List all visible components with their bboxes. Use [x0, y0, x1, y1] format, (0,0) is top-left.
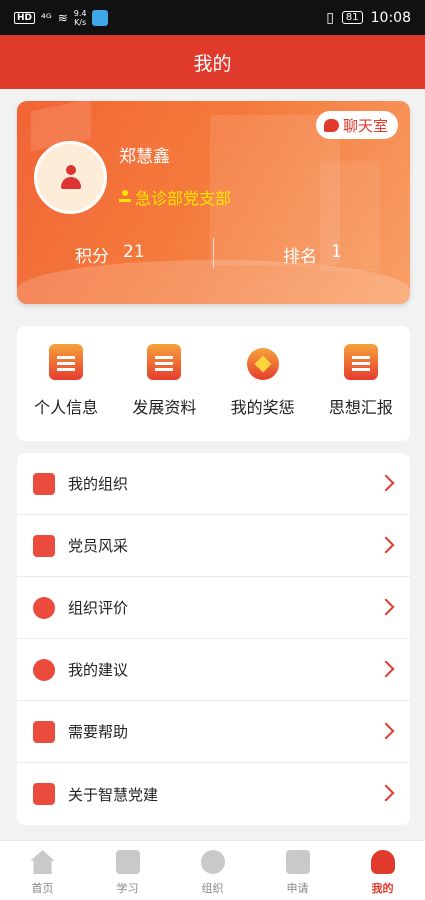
home-icon — [30, 850, 55, 874]
clipboard-list-icon — [147, 344, 182, 380]
vibrate-icon: ▯ — [326, 9, 334, 26]
menu-item-org-evaluation[interactable]: 组织评价 — [17, 577, 410, 639]
profile-card: 聊天室 郑慧鑫 急诊部党支部 积分 21 排名 1 — [17, 101, 410, 304]
chevron-right-icon — [377, 474, 395, 492]
tab-label: 申请 — [286, 882, 309, 895]
about-icon — [33, 783, 55, 805]
tab-label: 组织 — [201, 882, 224, 895]
quick-action-label: 我的奖惩 — [230, 398, 295, 417]
quick-development-materials[interactable]: 发展资料 — [115, 326, 213, 441]
book-icon — [115, 850, 140, 874]
page-header: 我的 — [0, 35, 425, 89]
menu-item-label: 需要帮助 — [68, 723, 129, 741]
tab-organization[interactable]: 组织 — [170, 841, 255, 900]
tab-home[interactable]: 首页 — [0, 841, 85, 900]
menu-item-label: 关于智慧党建 — [68, 785, 159, 804]
chat-bubble-icon — [323, 118, 339, 132]
menu-item-label: 我的建议 — [68, 661, 129, 679]
score-stat: 积分 21 — [75, 242, 145, 267]
chevron-right-icon — [377, 784, 395, 802]
quick-action-label: 思想汇报 — [328, 398, 393, 417]
quick-action-label: 发展资料 — [132, 398, 197, 417]
tab-label: 学习 — [116, 882, 139, 895]
tab-mine[interactable]: 我的 — [340, 841, 425, 900]
person-icon — [370, 850, 395, 874]
quick-thought-report[interactable]: 思想汇报 — [312, 326, 410, 441]
signal-icon: ⁴ᴳ — [41, 10, 52, 25]
menu-item-about[interactable]: 关于智慧党建 — [17, 763, 410, 825]
tab-label: 首页 — [31, 882, 54, 895]
medal-icon — [246, 348, 279, 380]
clock: 10:08 — [370, 9, 411, 26]
score-label: 积分 — [75, 247, 109, 267]
party-branch-label: 急诊部党支部 — [135, 189, 232, 208]
score-value: 21 — [123, 242, 145, 262]
app-notification-icon — [92, 9, 109, 26]
bottom-tab-bar: 首页 学习 组织 申请 我的 — [0, 840, 425, 900]
quick-personal-info[interactable]: 个人信息 — [17, 326, 115, 441]
stats-row: 积分 21 排名 1 — [17, 234, 410, 270]
stats-divider — [213, 238, 214, 268]
organization-icon — [33, 472, 55, 495]
user-name: 郑慧鑫 — [119, 147, 170, 167]
network-speed: 9.4 K/s — [73, 8, 87, 27]
star-badge-icon — [33, 596, 55, 619]
menu-item-member-showcase[interactable]: 党员风采 — [17, 515, 410, 577]
party-member-icon — [58, 164, 84, 191]
help-icon — [33, 720, 55, 743]
menu-item-my-organization[interactable]: 我的组织 — [17, 453, 410, 515]
tab-study[interactable]: 学习 — [85, 841, 170, 900]
network-type: HD — [14, 11, 36, 24]
chatroom-label: 聊天室 — [342, 116, 388, 135]
party-branch: 急诊部党支部 — [119, 185, 231, 209]
menu-item-my-suggestions[interactable]: 我的建议 — [17, 639, 410, 701]
rank-label: 排名 — [283, 247, 317, 267]
tab-label: 我的 — [371, 882, 394, 895]
report-edit-icon — [343, 344, 378, 380]
menu-item-label: 组织评价 — [68, 599, 129, 617]
chevron-right-icon — [377, 660, 395, 678]
quick-action-label: 个人信息 — [34, 398, 99, 417]
avatar[interactable] — [34, 141, 107, 214]
wifi-icon: ≋ — [57, 10, 68, 25]
chatroom-button[interactable]: 聊天室 — [315, 111, 398, 139]
chevron-right-icon — [377, 536, 395, 554]
edit-form-icon — [285, 850, 310, 874]
organization-icon — [119, 190, 131, 202]
comment-icon — [33, 658, 55, 681]
quick-rewards-penalties[interactable]: 我的奖惩 — [214, 326, 312, 441]
menu-item-label: 党员风采 — [68, 537, 129, 555]
menu-item-label: 我的组织 — [68, 475, 129, 493]
rank-stat: 排名 1 — [283, 242, 342, 267]
organization-icon — [200, 850, 225, 874]
id-card-icon — [49, 344, 84, 380]
menu-item-need-help[interactable]: 需要帮助 — [17, 701, 410, 763]
quick-actions: 个人信息 发展资料 我的奖惩 思想汇报 — [17, 326, 410, 441]
battery-level: 81 — [341, 11, 363, 24]
chevron-right-icon — [377, 722, 395, 740]
rank-value: 1 — [331, 242, 342, 262]
page-title: 我的 — [193, 52, 232, 75]
pinwheel-icon — [33, 534, 55, 557]
tab-apply[interactable]: 申请 — [255, 841, 340, 900]
status-bar: HD ⁴ᴳ ≋ 9.4 K/s ▯ 81 10:08 — [0, 0, 425, 35]
chevron-right-icon — [377, 598, 395, 616]
menu-list: 我的组织 党员风采 组织评价 我的建议 需要帮助 关于智慧党建 — [17, 453, 410, 825]
